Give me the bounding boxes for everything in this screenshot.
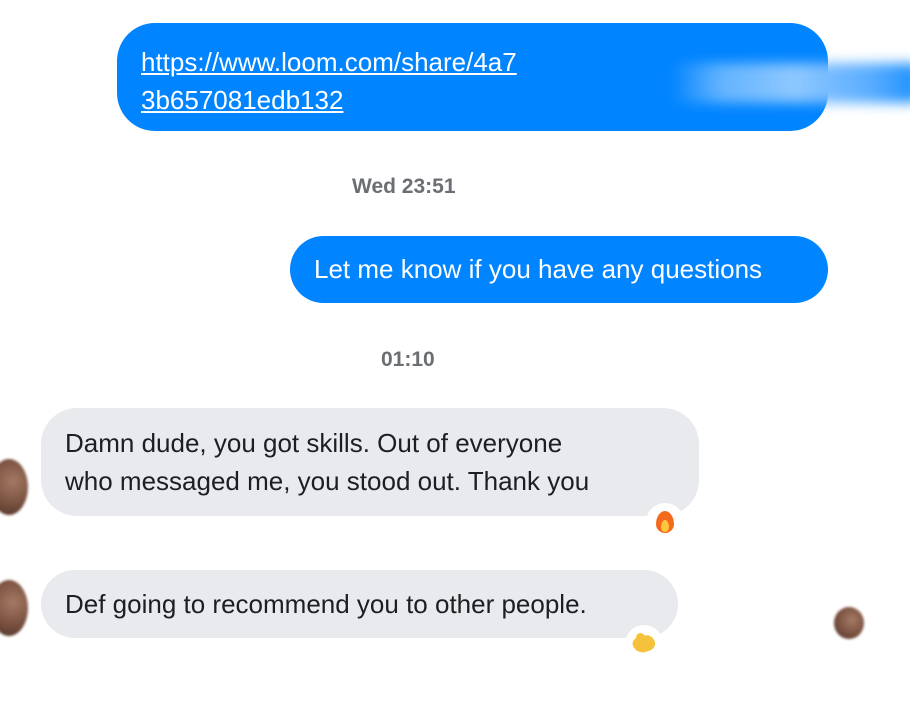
outgoing-link-message[interactable]: https://www.loom.com/share/4a7 3b657081e…: [117, 23, 910, 131]
redacted-link-segment: [670, 63, 910, 103]
fire-reaction[interactable]: [648, 505, 682, 539]
link-text-line2: 3b657081edb132: [141, 85, 344, 115]
chat-thread: https://www.loom.com/share/4a7 3b657081e…: [0, 0, 910, 712]
timestamp: 01:10: [381, 348, 435, 371]
outgoing-message[interactable]: Let me know if you have any questions: [290, 236, 828, 303]
link-text-line1: https://www.loom.com/share/4a7: [141, 47, 517, 77]
incoming-message[interactable]: Def going to recommend you to other peop…: [41, 570, 678, 638]
timestamp: Wed 23:51: [352, 175, 456, 198]
contact-avatar[interactable]: [0, 459, 28, 515]
loom-share-link[interactable]: https://www.loom.com/share/4a7 3b657081e…: [141, 47, 517, 115]
message-text: Let me know if you have any questions: [314, 254, 763, 284]
incoming-message[interactable]: Damn dude, you got skills. Out of everyo…: [41, 408, 699, 516]
flexed-biceps-icon: [630, 632, 658, 656]
message-text-line1: Damn dude, you got skills. Out of everyo…: [65, 428, 563, 458]
flexed-biceps-reaction[interactable]: [627, 627, 661, 661]
message-text: Def going to recommend you to other peop…: [65, 589, 587, 619]
fire-icon: [655, 509, 675, 535]
message-text-line2: who messaged me, you stood out. Thank yo…: [65, 466, 590, 496]
seen-avatar: [834, 607, 864, 639]
contact-avatar[interactable]: [0, 580, 28, 636]
